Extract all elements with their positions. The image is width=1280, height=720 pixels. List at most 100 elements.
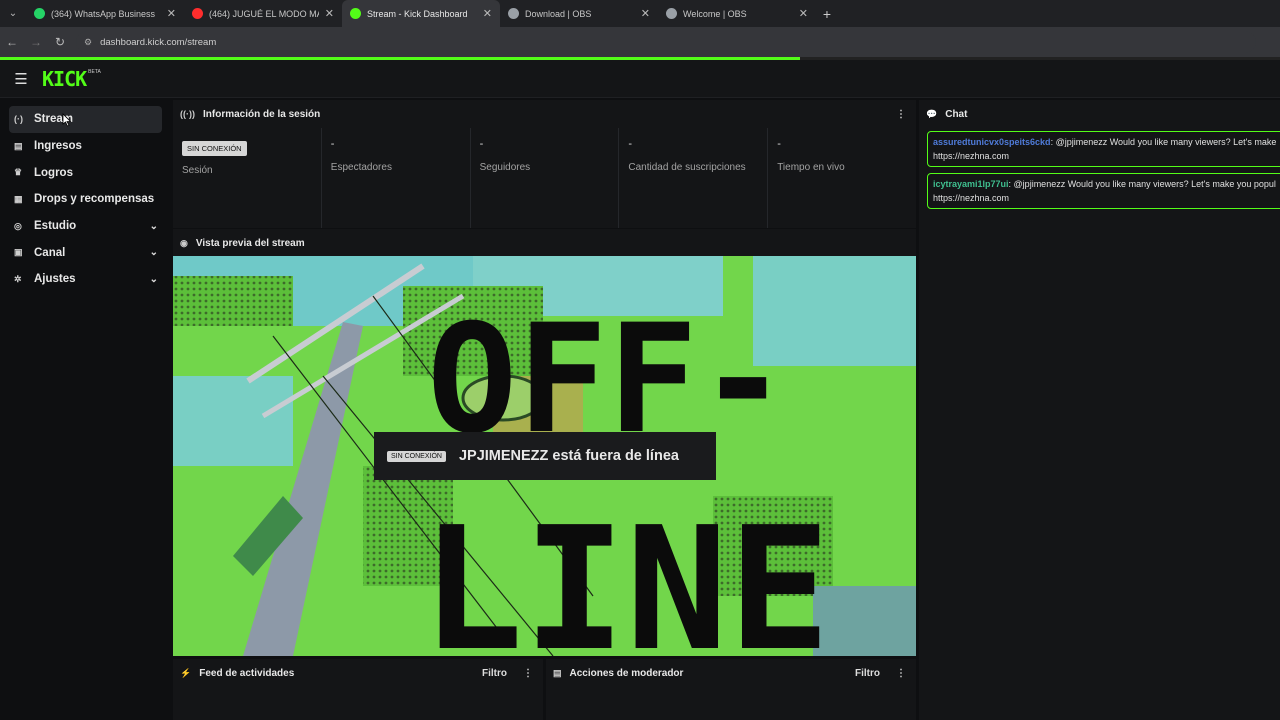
stat-viewers: - Espectadores (322, 128, 471, 228)
stat-value: - (628, 138, 633, 150)
stat-label: Seguidores (479, 162, 531, 173)
stat-subscriptions: - Cantidad de suscripciones (619, 128, 769, 228)
chevron-down-icon[interactable]: ⌄ (150, 247, 158, 258)
sidebar-item[interactable]: ▤ Ingresos (9, 133, 162, 160)
sidebar-item-label: Ingresos (34, 140, 82, 153)
chat-icon: 💬 (926, 108, 938, 119)
tab-favicon-icon (192, 8, 203, 19)
chat-message[interactable]: icytrayami1lp77ui: @jpjimenezz Would you… (927, 173, 1280, 209)
preview-title: Vista previa del stream (195, 237, 305, 249)
forward-icon[interactable]: → (24, 35, 48, 49)
sidebar-item[interactable]: ▣ Canal ⌄ (9, 239, 162, 266)
session-title: Información de la sesión (203, 108, 321, 120)
gift-icon: ▦ (14, 193, 23, 204)
chat-username[interactable]: assuredtunicvx0speits6ckd (933, 137, 1051, 147)
url-text: dashboard.kick.com/stream (100, 36, 217, 48)
moderator-title: Acciones de moderador (569, 667, 684, 679)
chat-link[interactable]: https://nezhna.com (933, 151, 1009, 161)
art-text-line: LINE (421, 491, 830, 656)
tab-favicon-icon (350, 8, 361, 19)
more-options-icon[interactable]: ⋮ (896, 668, 906, 679)
chat-title: Chat (945, 108, 968, 120)
sidebar-item-label: Logros (34, 166, 73, 179)
stat-label: Tiempo en vivo (777, 162, 845, 173)
stat-live-time: - Tiempo en vivo (768, 128, 916, 228)
sidebar-item[interactable]: (·) Stream (9, 106, 162, 133)
sidebar-item-label: Ajustes (34, 273, 76, 286)
tab-favicon-icon (34, 8, 45, 19)
stream-preview-panel: ◉ Vista previa del stream (173, 229, 916, 256)
offline-badge: SIN CONEXIÓN (387, 450, 446, 462)
url-field[interactable]: ⚙ dashboard.kick.com/stream (76, 31, 1256, 53)
browser-tab-bar: ⌄ (364) WhatsApp Business ✕ (464) JUGUÉ EL… (0, 0, 1280, 27)
sidebar-item[interactable]: ▦ Drops y recompensas (9, 186, 162, 213)
tab-close-icon[interactable]: ✕ (167, 7, 176, 20)
browser-tab[interactable]: Welcome | OBS ✕ (658, 0, 816, 27)
shield-icon: ▤ (553, 667, 562, 678)
chat-username[interactable]: icytrayami1lp77ui (933, 179, 1009, 189)
lightning-icon: ⚡ (180, 667, 192, 678)
chevron-down-icon[interactable]: ⌄ (150, 221, 158, 232)
offline-badge: SIN CONEXIÓN (182, 141, 247, 156)
site-info-icon[interactable]: ⚙ (84, 37, 92, 48)
tab-title: Download | OBS (525, 8, 592, 19)
stat-label: Espectadores (330, 162, 392, 173)
trophy-icon: ♛ (14, 167, 23, 178)
app-header: ☰ KICK BETA (0, 60, 1280, 98)
mouse-cursor-icon (62, 113, 72, 127)
reload-icon[interactable]: ↻ (48, 35, 72, 49)
tab-title: Stream - Kick Dashboard (367, 8, 468, 19)
tab-search-icon[interactable]: ⌄ (0, 0, 26, 27)
sidebar-item[interactable]: ✲ Ajustes ⌄ (9, 266, 162, 293)
moderator-actions-panel: ▤ Acciones de moderador Filtro ⋮ (546, 659, 916, 720)
sidebar-item[interactable]: ◎ Estudio ⌄ (9, 213, 162, 240)
stream-preview-image[interactable]: OFF- LINE SIN CONEXIÓN JPJIMENEZZ está f… (173, 256, 916, 656)
browser-tab[interactable]: (464) JUGUÉ EL MODO MÁS DI ✕ (184, 0, 342, 27)
stat-value: - (777, 138, 781, 150)
tab-close-icon[interactable]: ✕ (799, 7, 808, 20)
channel-icon: ▣ (14, 247, 23, 258)
browser-tab[interactable]: Stream - Kick Dashboard ✕ (342, 0, 500, 27)
chat-link[interactable]: https://nezhna.com (933, 193, 1009, 203)
stat-label: Cantidad de suscripciones (628, 162, 746, 173)
tab-title: Welcome | OBS (683, 8, 747, 19)
menu-icon[interactable]: ☰ (0, 70, 42, 88)
camera-icon: ◉ (180, 237, 188, 248)
tab-close-icon[interactable]: ✕ (483, 7, 492, 20)
tab-close-icon[interactable]: ✕ (641, 7, 650, 20)
stat-session: SIN CONEXIÓN Sesión (173, 128, 322, 228)
sidebar-item-label: Drops y recompensas (34, 193, 155, 206)
new-tab-button[interactable]: + (816, 6, 838, 22)
chevron-down-icon[interactable]: ⌄ (150, 274, 158, 285)
browser-tab[interactable]: (364) WhatsApp Business ✕ (26, 0, 184, 27)
chat-panel: 💬 Chat assuredtunicvx0speits6ckd: @jpjim… (919, 100, 1280, 720)
beta-tag: BETA (88, 68, 101, 75)
activity-filter-button[interactable]: Filtro (482, 668, 507, 679)
offline-message-card: SIN CONEXIÓN JPJIMENEZZ está fuera de lí… (374, 432, 716, 480)
moderator-filter-button[interactable]: Filtro (855, 668, 880, 679)
kick-logo[interactable]: KICK BETA (42, 67, 101, 91)
more-options-icon[interactable]: ⋮ (896, 109, 906, 120)
more-options-icon[interactable]: ⋮ (523, 668, 533, 679)
tab-favicon-icon (666, 8, 677, 19)
chat-text: : @jpjimenezz Would you like many viewer… (1050, 137, 1277, 147)
browser-tab[interactable]: Download | OBS ✕ (500, 0, 658, 27)
stat-followers: - Seguidores (471, 128, 620, 228)
tab-title: (364) WhatsApp Business (51, 8, 156, 19)
tab-close-icon[interactable]: ✕ (325, 7, 334, 20)
back-icon[interactable]: ← (0, 35, 24, 49)
broadcast-icon: ((·)) (180, 109, 195, 119)
chat-text: : @jpjimenezz Would you like many viewer… (1008, 179, 1276, 189)
offline-message: JPJIMENEZZ está fuera de línea (458, 448, 679, 464)
sidebar-item[interactable]: ♛ Logros (9, 159, 162, 186)
stat-value: - (479, 138, 484, 150)
revenue-icon: ▤ (14, 140, 23, 151)
activity-title: Feed de actividades (199, 667, 295, 679)
sidebar-item-label: Estudio (34, 220, 77, 233)
stat-value: - (330, 138, 335, 150)
studio-icon: ◎ (14, 220, 22, 231)
session-stats: SIN CONEXIÓN Sesión - Espectadores - Seg… (173, 128, 916, 228)
chat-message[interactable]: assuredtunicvx0speits6ckd: @jpjimenezz W… (927, 131, 1280, 167)
settings-icon: ✲ (14, 273, 22, 284)
address-bar-row: ← → ↻ ⚙ dashboard.kick.com/stream (0, 27, 1280, 57)
